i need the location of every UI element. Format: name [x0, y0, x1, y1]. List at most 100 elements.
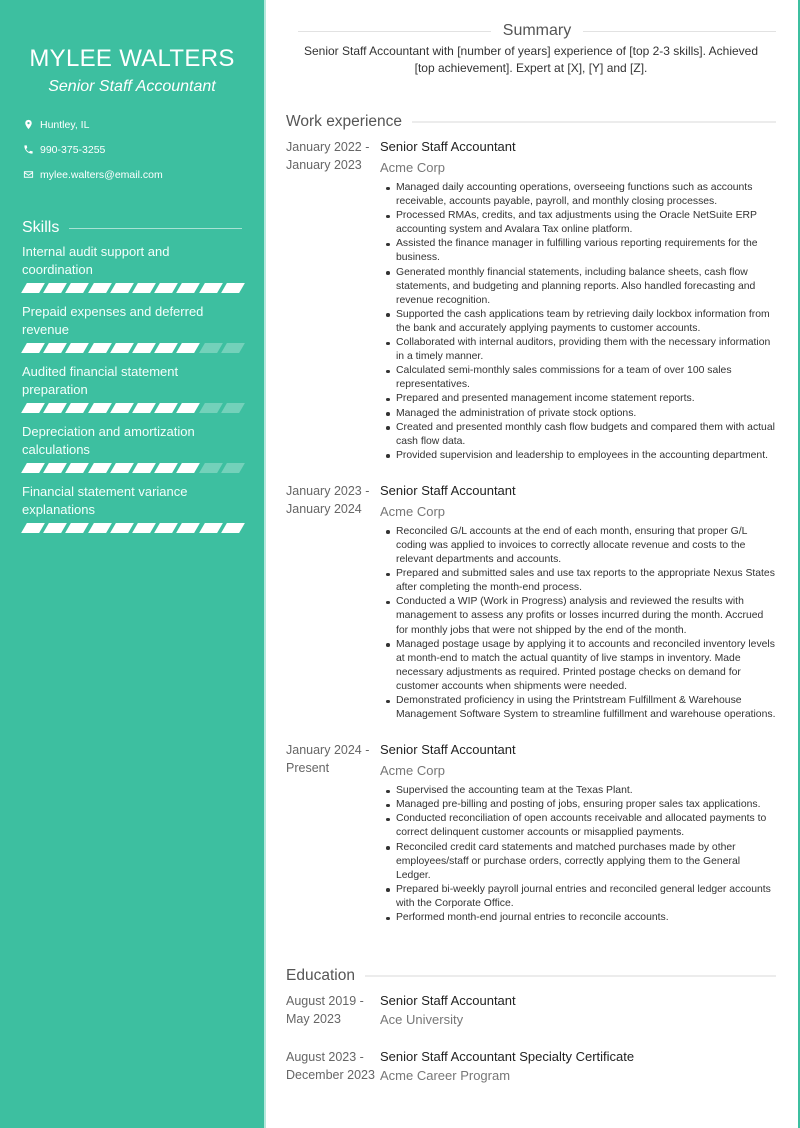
skill-segment-filled [109, 403, 134, 413]
job-bullet: Performed month-end journal entries to r… [384, 911, 776, 925]
skill-segment-empty [198, 343, 223, 353]
skill-name: Audited financial statement preparation [22, 364, 179, 397]
education-list: August 2019 - May 2023 Senior Staff Accoun… [286, 992, 776, 1085]
skill-segment-filled [43, 283, 68, 293]
education-date-start: August 2019 - [286, 994, 364, 1009]
skill-segment-filled [132, 403, 157, 413]
skill-segment-filled [176, 283, 201, 293]
education-dates: August 2023 - December 2023 [286, 1048, 380, 1085]
skill-level-bar [21, 463, 245, 473]
skill-segment-filled [21, 403, 46, 413]
job-date-start: January 2024 - [286, 743, 370, 758]
skill-segment-filled [176, 403, 201, 413]
skill-level-bar [21, 403, 245, 413]
education-divider [364, 975, 776, 978]
job-dates: January 2023 - January 2024 [286, 482, 380, 722]
job-date-end: January 2023 [286, 158, 362, 172]
skill-segment-filled [220, 283, 245, 293]
education-dates: August 2019 - May 2023 [286, 992, 380, 1029]
job-bullet: Demonstrated proficiency in using the Pr… [384, 694, 776, 722]
education-degree: Senior Staff Accountant [380, 993, 516, 1009]
skill-segment-filled [132, 523, 157, 533]
job-bullet: Managed daily accounting operations, ove… [384, 181, 776, 209]
job-bullet: Generated monthly financial statements, … [384, 266, 776, 308]
summary-text: Senior Staff Accountant with [number of … [303, 44, 759, 75]
job-bullet: Reconciled G/L accounts at the end of ea… [384, 525, 776, 567]
job-bullet: Processed RMAs, credits, and tax adjustm… [384, 209, 776, 237]
skills-heading: Skills [22, 219, 242, 237]
skill-segment-filled [132, 463, 157, 473]
skill-segment-filled [65, 403, 90, 413]
skill-segment-empty [220, 463, 245, 473]
job-bullet: Managed pre-billing and posting of jobs,… [384, 798, 776, 812]
skill-segment-filled [132, 283, 157, 293]
job-bullet: Reconciled credit card statements and ma… [384, 841, 776, 883]
work-heading-text: Work experience [286, 113, 403, 130]
job-body: Senior Staff Accountant Acme Corp Supervis… [380, 741, 776, 925]
skill-name: Prepaid expenses and deferred revenue [22, 304, 204, 337]
job-bullets: Reconciled G/L accounts at the end of ea… [380, 525, 776, 722]
phone-icon [22, 144, 34, 156]
skill-segment-filled [21, 523, 46, 533]
skill-segment-filled [65, 523, 90, 533]
skill-item: Financial statement variance explanation… [21, 483, 245, 533]
job-bullet: Managed the administration of private st… [384, 407, 776, 421]
skill-segment-filled [87, 523, 112, 533]
job-bullet: Collaborated with internal auditors, pro… [384, 336, 776, 364]
job-bullets: Supervised the accounting team at the Te… [380, 784, 776, 925]
summary-heading: Summary [286, 22, 777, 40]
skill-segment-filled [154, 463, 179, 473]
work-heading: Work experience [286, 113, 776, 131]
skills-heading-text: Skills [22, 219, 60, 236]
contact-email: mylee.walters@email.com [22, 162, 242, 187]
skill-segment-filled [43, 343, 68, 353]
job-bullet: Managed postage usage by applying it to … [384, 638, 776, 694]
envelope-icon [22, 169, 34, 181]
skill-segment-filled [109, 463, 134, 473]
candidate-name: MYLEE WALTERS [29, 45, 235, 72]
job-body: Senior Staff Accountant Acme Corp Reconcil… [380, 482, 776, 722]
education-heading-text: Education [286, 967, 355, 985]
skill-segment-filled [65, 463, 90, 473]
skill-segment-empty [220, 403, 245, 413]
summary-divider-left [298, 30, 491, 32]
skill-segment-filled [65, 283, 90, 293]
work-experience-list: January 2022 - January 2023 Senior Staff A… [286, 138, 776, 925]
sidebar: MYLEE WALTERS Senior Staff Accountant Hu… [0, 0, 264, 1128]
main-content: Summary Senior Staff Accountant with [nu… [264, 0, 800, 1128]
job-company: Acme Corp [380, 160, 446, 175]
location-text: Huntley, IL [40, 118, 90, 131]
skill-level-bar [21, 283, 245, 293]
job-bullet: Calculated semi-monthly sales commission… [384, 364, 776, 392]
education-school: Ace University [380, 1012, 464, 1028]
skill-segment-filled [109, 523, 134, 533]
job-entry: January 2024 - Present Senior Staff Accoun… [286, 741, 776, 925]
skill-segment-filled [176, 343, 201, 353]
summary-divider-right [583, 30, 777, 32]
skill-segment-filled [154, 343, 179, 353]
job-bullet: Conducted a WIP (Work in Progress) analy… [384, 595, 776, 637]
skill-segment-filled [43, 523, 68, 533]
skill-segment-empty [198, 403, 223, 413]
skill-item: Internal audit support and coordination [21, 243, 245, 293]
job-dates: January 2024 - Present [286, 741, 380, 925]
phone-text: 990-375-3255 [40, 143, 106, 156]
job-title: Senior Staff Accountant [380, 482, 516, 498]
education-date-end: May 2023 [286, 1012, 341, 1027]
skill-name: Internal audit support and coordination [22, 244, 170, 277]
skill-segment-filled [176, 523, 201, 533]
skill-segment-filled [43, 403, 68, 413]
skill-segment-filled [154, 403, 179, 413]
skill-item: Prepaid expenses and deferred revenue [21, 303, 245, 353]
education-date-end: December 2023 [286, 1068, 375, 1083]
job-entry: January 2022 - January 2023 Senior Staff A… [286, 138, 776, 463]
summary-heading-text: Summary [502, 22, 572, 39]
skill-segment-filled [154, 523, 179, 533]
job-body: Senior Staff Accountant Acme Corp Managed … [380, 138, 776, 463]
job-date-start: January 2023 - [286, 483, 370, 498]
job-title: Senior Staff Accountant [380, 139, 516, 154]
skill-name: Depreciation and amortization calculatio… [22, 424, 195, 457]
job-bullet: Created and presented monthly cash flow … [384, 421, 776, 449]
skill-segment-filled [87, 343, 112, 353]
skill-segment-filled [154, 283, 179, 293]
